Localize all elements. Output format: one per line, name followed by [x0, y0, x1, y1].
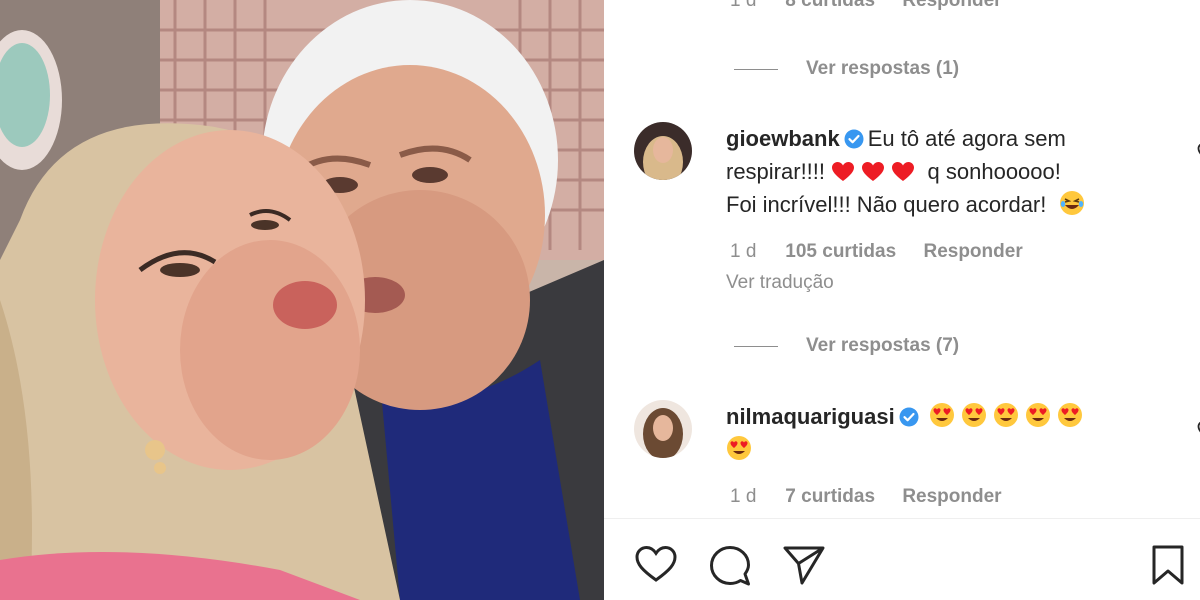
post-action-bar — [604, 520, 1200, 600]
heart-eyes-emoji-icon — [727, 436, 751, 460]
avatar[interactable] — [634, 400, 692, 458]
verified-icon — [899, 407, 919, 427]
comment-text-line2b: q sonhooooo! — [927, 159, 1061, 184]
like-comment-icon[interactable] — [1196, 140, 1200, 164]
action-bar-divider — [604, 518, 1200, 519]
comment-body: gioewbank Eu tô até agora sem respirar!!!… — [726, 122, 1136, 221]
reply-button[interactable]: Responder — [923, 241, 1022, 263]
comment-likes-button[interactable]: 8 curtidas — [785, 0, 875, 12]
comment-username[interactable]: gioewbank — [726, 126, 840, 151]
share-icon[interactable] — [782, 544, 826, 586]
comment-icon[interactable] — [708, 544, 752, 588]
heart-icon[interactable] — [634, 544, 678, 584]
comment-time: 1 d — [730, 0, 757, 11]
heart-eyes-emoji-icon — [1026, 403, 1051, 427]
divider-line — [734, 68, 778, 70]
comment-item: gioewbank Eu tô até agora sem respirar!!!… — [634, 122, 1200, 302]
reply-button[interactable]: Responder — [902, 0, 1001, 12]
post-photo[interactable] — [0, 0, 604, 600]
comment-meta: 1 d 105 curtidas Responder — [730, 241, 1023, 263]
comment-meta: 1 d 7 curtidas Responder — [730, 486, 1002, 508]
laughing-emoji-icon — [1059, 191, 1084, 215]
heart-eyes-emoji-icon — [994, 403, 1019, 427]
photo-illustration — [0, 0, 604, 600]
heart-eyes-emoji-icon — [1058, 403, 1083, 427]
comment-text-line2a: respirar!!!! — [726, 159, 826, 184]
like-comment-icon[interactable] — [1196, 418, 1200, 442]
comment-text-line3: Foi incrível!!! Não quero acordar! — [726, 192, 1047, 217]
red-heart-emoji-icon — [892, 162, 915, 181]
view-replies-label: Ver respostas (1) — [806, 58, 960, 79]
see-translation-button[interactable]: Ver tradução — [726, 272, 834, 294]
view-replies-button[interactable]: Ver respostas (1) — [734, 58, 959, 80]
verified-icon — [844, 129, 864, 149]
view-replies-label: Ver respostas (7) — [806, 335, 960, 356]
red-heart-emoji-icon — [832, 162, 855, 181]
bookmark-icon[interactable] — [1150, 544, 1186, 586]
reply-button[interactable]: Responder — [902, 486, 1001, 508]
comments-panel: 1 d 8 curtidas Responder Ver respostas (… — [604, 0, 1200, 600]
comment-time: 1 d — [730, 486, 757, 507]
divider-line — [734, 345, 778, 347]
comment-username[interactable]: nilmaquariguasi — [726, 404, 895, 429]
heart-eyes-emoji-icon — [961, 403, 986, 427]
comment-time: 1 d — [730, 241, 757, 262]
heart-eyes-emoji-icon — [929, 403, 954, 427]
comment-text-line1: Eu tô até agora sem — [867, 126, 1066, 151]
red-heart-emoji-icon — [862, 162, 885, 181]
comment-item: nilmaquariguasi — [634, 400, 1200, 480]
comment-likes-button[interactable]: 7 curtidas — [785, 486, 875, 508]
comment-meta-top: 1 d 8 curtidas Responder — [730, 0, 1002, 12]
comment-body: nilmaquariguasi — [726, 400, 1136, 466]
view-replies-button[interactable]: Ver respostas (7) — [734, 335, 959, 357]
avatar[interactable] — [634, 122, 692, 180]
comment-likes-button[interactable]: 105 curtidas — [785, 241, 896, 263]
